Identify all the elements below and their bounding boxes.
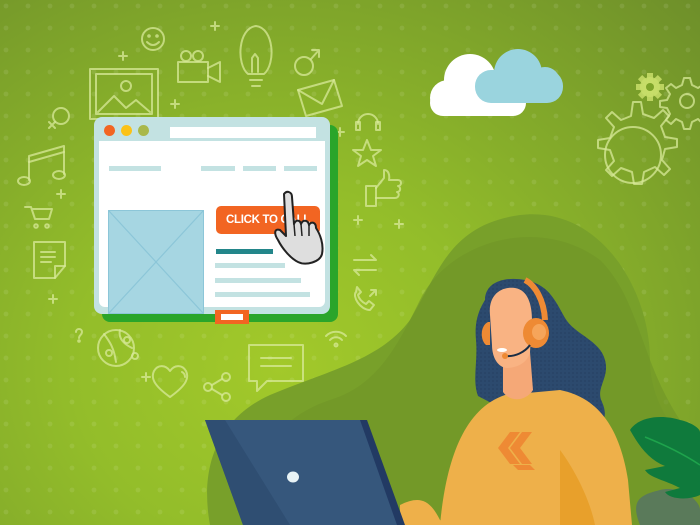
browser-mockup: CLICK TO CALL bbox=[94, 117, 338, 324]
hand-pointer-icon bbox=[274, 190, 324, 265]
headset-mic bbox=[502, 353, 508, 359]
nav-line bbox=[201, 166, 235, 171]
laptop-logo bbox=[287, 471, 299, 483]
nav-line-logo bbox=[109, 166, 161, 171]
gear-small-icon bbox=[636, 73, 664, 101]
image-placeholder bbox=[108, 210, 204, 314]
window-dot-red bbox=[104, 125, 115, 136]
content-line bbox=[215, 278, 301, 283]
window-dot-olive bbox=[138, 125, 149, 136]
smile bbox=[497, 348, 507, 352]
nav-line bbox=[284, 166, 317, 171]
address-bar bbox=[170, 127, 316, 138]
nav-line bbox=[243, 166, 276, 171]
headset-earcup-inner bbox=[532, 324, 546, 340]
image-placeholder-cross bbox=[108, 210, 204, 314]
window-dot-yellow bbox=[121, 125, 132, 136]
content-line bbox=[215, 292, 310, 297]
secondary-button[interactable] bbox=[215, 310, 249, 324]
content-heading-line bbox=[216, 249, 273, 254]
illustration-scene: CLICK TO CALL bbox=[0, 0, 700, 525]
